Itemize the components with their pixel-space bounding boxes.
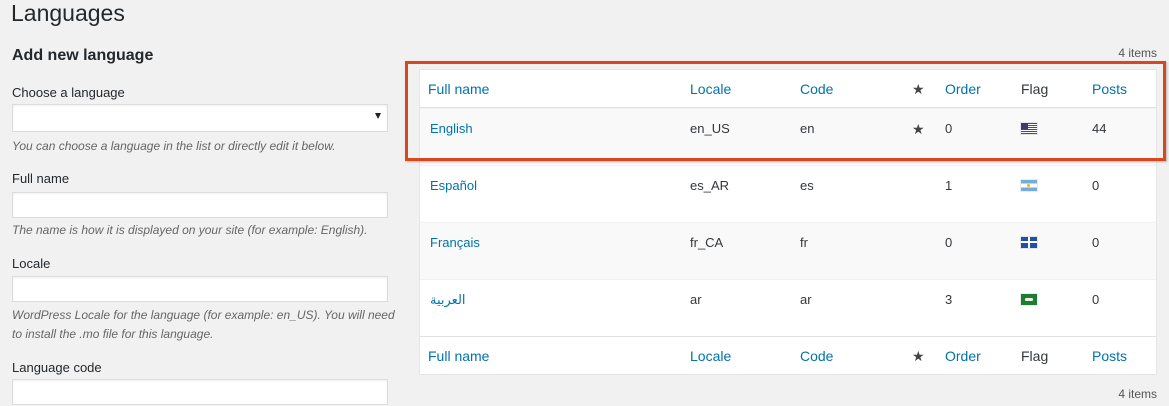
table-row: English en_US en ★ 0 44 xyxy=(420,108,1156,165)
language-name-link[interactable]: English xyxy=(430,121,473,137)
language-order: 0 xyxy=(945,235,953,250)
chevron-down-icon xyxy=(375,113,381,119)
page-title: Languages xyxy=(11,0,125,26)
language-posts-count: 0 xyxy=(1092,235,1100,250)
language-code: fr xyxy=(800,235,808,250)
items-count-top: 4 items xyxy=(1118,46,1157,60)
table-footer-row: Full name Locale Code ★ Order Flag Posts xyxy=(420,336,1156,374)
table-row: Español es_AR es 1 0 xyxy=(420,165,1156,222)
language-order: 1 xyxy=(945,178,953,193)
full-name-label: Full name xyxy=(12,171,70,186)
items-count-bottom: 4 items xyxy=(1118,387,1157,401)
saudi-flag-icon xyxy=(1021,292,1037,309)
full-name-input[interactable] xyxy=(12,192,388,218)
locale-label: Locale xyxy=(12,256,51,271)
star-icon: ★ xyxy=(912,348,925,364)
column-header-order[interactable]: Order xyxy=(945,81,981,97)
column-header-locale[interactable]: Locale xyxy=(690,81,731,97)
languages-table: Full name Locale Code ★ Order Flag Posts… xyxy=(419,69,1157,375)
form-title: Add new language xyxy=(12,47,154,64)
full-name-description: The name is how it is displayed on your … xyxy=(12,223,368,237)
language-posts-count: 0 xyxy=(1092,178,1100,193)
table-header-row: Full name Locale Code ★ Order Flag Posts xyxy=(420,70,1156,108)
language-locale: en_US xyxy=(690,121,730,136)
choose-language-label: Choose a language xyxy=(12,85,125,100)
column-header-full-name[interactable]: Full name xyxy=(428,81,489,97)
language-code-label: Language code xyxy=(12,360,102,375)
default-language-star-icon: ★ xyxy=(912,121,925,137)
choose-language-description: You can choose a language in the list or… xyxy=(12,139,336,153)
argentina-flag-icon xyxy=(1021,178,1037,195)
star-icon: ★ xyxy=(912,81,925,97)
locale-description-line1: WordPress Locale for the language (for e… xyxy=(12,308,395,322)
column-footer-order[interactable]: Order xyxy=(945,348,981,364)
language-locale: es_AR xyxy=(690,178,730,193)
language-name-link[interactable]: العربية xyxy=(430,292,466,308)
locale-description-line2: to install the .mo file for this languag… xyxy=(12,327,214,341)
language-posts-count: 44 xyxy=(1092,121,1107,136)
us-flag-icon xyxy=(1021,121,1037,138)
language-posts-count: 0 xyxy=(1092,292,1100,307)
language-order: 3 xyxy=(945,292,953,307)
quebec-flag-icon xyxy=(1021,235,1037,252)
choose-language-select[interactable] xyxy=(12,104,388,132)
language-code: ar xyxy=(800,292,812,307)
column-header-code[interactable]: Code xyxy=(800,81,833,97)
column-footer-code[interactable]: Code xyxy=(800,348,833,364)
locale-input[interactable] xyxy=(12,276,388,302)
column-header-flag: Flag xyxy=(1021,81,1049,97)
language-locale: fr_CA xyxy=(690,235,724,250)
table-row: Français fr_CA fr 0 0 xyxy=(420,222,1156,279)
column-footer-full-name[interactable]: Full name xyxy=(428,348,489,364)
column-footer-locale[interactable]: Locale xyxy=(690,348,731,364)
language-order: 0 xyxy=(945,121,953,136)
language-locale: ar xyxy=(690,292,702,307)
table-row: العربية ar ar 3 0 xyxy=(420,279,1156,336)
column-footer-posts[interactable]: Posts xyxy=(1092,348,1127,364)
language-code: es xyxy=(800,178,814,193)
language-name-link[interactable]: Español xyxy=(430,178,477,194)
column-header-posts[interactable]: Posts xyxy=(1092,81,1127,97)
language-code: en xyxy=(800,121,815,136)
language-name-link[interactable]: Français xyxy=(430,235,480,251)
language-code-input[interactable] xyxy=(12,379,388,405)
column-footer-flag: Flag xyxy=(1021,348,1049,364)
